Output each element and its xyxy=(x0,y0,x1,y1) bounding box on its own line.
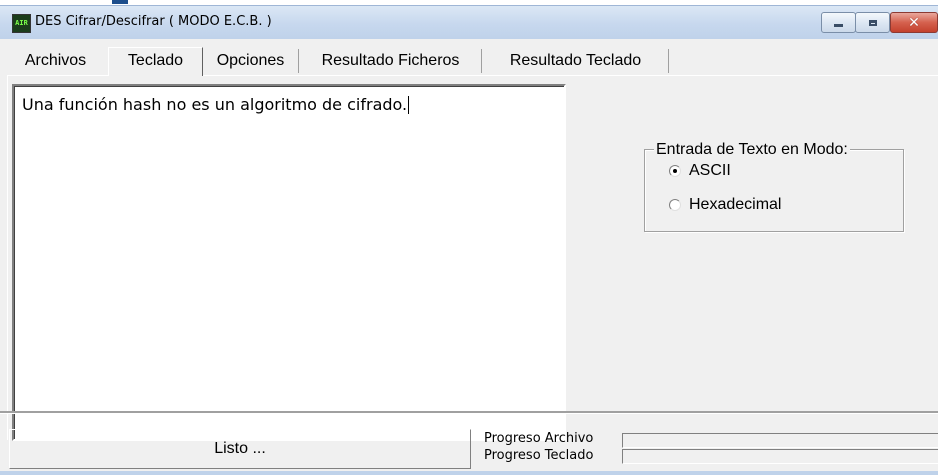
radio-ascii[interactable]: ASCII xyxy=(669,162,731,180)
editor-text: Una función hash no es un algoritmo de c… xyxy=(22,95,408,114)
tab-opciones[interactable]: Opciones xyxy=(203,49,299,73)
window-title: DES Cifrar/Descifrar ( MODO E.C.B. ) xyxy=(35,14,272,29)
close-icon: ✕ xyxy=(908,14,920,31)
radio-ascii-label: ASCII xyxy=(689,162,731,179)
input-mode-group: Entrada de Texto en Modo: ASCII Hexadeci… xyxy=(644,141,904,232)
tab-resultado-teclado[interactable]: Resultado Teclado xyxy=(483,49,669,73)
tab-teclado[interactable]: Teclado xyxy=(108,47,203,76)
close-button[interactable]: ✕ xyxy=(890,12,938,33)
minimize-icon xyxy=(834,24,843,27)
maximize-icon xyxy=(868,19,877,26)
radio-unchecked-icon xyxy=(669,199,681,211)
status-divider xyxy=(0,411,938,414)
progress-archivo-bar xyxy=(622,433,938,448)
client-area: Archivos Teclado Opciones Resultado Fich… xyxy=(0,39,938,475)
radio-hexadecimal-label: Hexadecimal xyxy=(689,196,782,213)
app-icon[interactable]: AIR xyxy=(12,14,31,33)
desktop-decoration xyxy=(112,0,128,4)
maximize-button[interactable] xyxy=(855,12,890,33)
radio-checked-icon xyxy=(669,165,681,177)
window-bottom-edge xyxy=(0,471,938,475)
status-message: Listo ... xyxy=(9,429,471,469)
tab-archivos[interactable]: Archivos xyxy=(8,49,103,73)
title-bar[interactable]: AIR DES Cifrar/Descifrar ( MODO E.C.B. )… xyxy=(0,5,938,39)
text-caret xyxy=(408,96,410,114)
app-icon-text: AIR xyxy=(15,19,28,27)
progress-teclado-label: Progreso Teclado xyxy=(484,448,594,463)
minimize-button[interactable] xyxy=(821,12,856,33)
input-mode-legend: Entrada de Texto en Modo: xyxy=(654,141,850,158)
keyboard-text-input[interactable]: Una función hash no es un algoritmo de c… xyxy=(12,84,566,441)
progress-archivo-label: Progreso Archivo xyxy=(484,431,594,446)
tab-resultado-ficheros[interactable]: Resultado Ficheros xyxy=(300,49,482,73)
app-window: AIR DES Cifrar/Descifrar ( MODO E.C.B. )… xyxy=(0,5,938,475)
progress-teclado-bar xyxy=(622,449,938,464)
radio-hexadecimal[interactable]: Hexadecimal xyxy=(669,196,781,214)
keyboard-text-value: Una función hash no es un algoritmo de c… xyxy=(22,95,410,114)
